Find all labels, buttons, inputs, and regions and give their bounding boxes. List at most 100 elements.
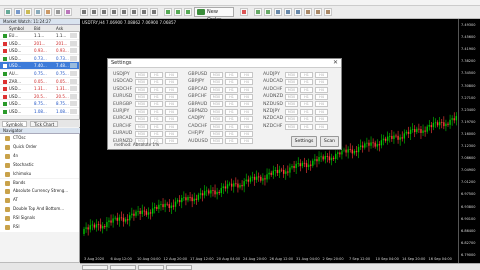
timeframe-button-h1[interactable]: H1 <box>300 79 313 86</box>
tab-symbols[interactable]: Symbols <box>2 121 27 127</box>
timeframe-button-h4[interactable]: H4 <box>165 101 178 108</box>
timeframe-button-m30[interactable]: M30 <box>135 130 148 137</box>
timeframe-button-h1[interactable]: H1 <box>150 101 163 108</box>
market-watch-row[interactable]: EU... 1.1... 1.1... <box>0 32 79 40</box>
tab-tick-chart[interactable]: Tick Chart <box>30 121 59 127</box>
timeframe-button-h4[interactable]: H4 <box>315 71 328 78</box>
timeframe-button-h1[interactable]: H1 <box>150 108 163 115</box>
crosshair-button[interactable] <box>80 8 88 16</box>
timeframe-button-h4[interactable]: H4 <box>240 138 253 145</box>
new-chart-button[interactable] <box>4 8 12 16</box>
horizontal-line-button[interactable] <box>100 8 108 16</box>
text-button[interactable] <box>140 8 148 16</box>
market-watch-row[interactable]: USD... 8.75... 8.75... <box>0 100 79 108</box>
bid-column-header[interactable]: Bid <box>34 25 40 32</box>
timeframe-button-h1[interactable]: H1 <box>225 123 238 130</box>
symbol-column-header[interactable]: Symbol <box>9 25 24 32</box>
timeframe-button-m30[interactable]: M30 <box>135 108 148 115</box>
templates-button[interactable] <box>324 8 332 16</box>
timeframe-button-h1[interactable]: H1 <box>225 79 238 86</box>
chart-tab[interactable] <box>82 265 108 270</box>
market-watch-button[interactable] <box>24 8 32 16</box>
timeframe-button-m30[interactable]: M30 <box>135 101 148 108</box>
timeframe-button-h4[interactable]: H4 <box>165 93 178 100</box>
timeframe-button-h1[interactable]: H1 <box>300 71 313 78</box>
market-watch-row[interactable]: ZAR... 0.05... 0.05... <box>0 77 79 86</box>
market-watch-row[interactable]: USD... 1.31... 1.31... <box>0 85 79 93</box>
timeframe-button-h1[interactable]: H1 <box>225 93 238 100</box>
zoom-out-button[interactable] <box>264 8 272 16</box>
timeframe-button-h4[interactable]: H4 <box>240 108 253 115</box>
timeframe-button-h4[interactable]: H4 <box>315 101 328 108</box>
chart-tab[interactable] <box>166 265 192 270</box>
chart-tab[interactable] <box>138 265 164 270</box>
candle-chart-button[interactable] <box>174 8 182 16</box>
navigator-item[interactable]: Bands <box>0 178 79 188</box>
timeframe-button-h1[interactable]: H1 <box>150 130 163 137</box>
timeframe-button-h1[interactable]: H1 <box>225 101 238 108</box>
data-window-button[interactable] <box>34 8 42 16</box>
fibonacci-button[interactable] <box>130 8 138 16</box>
timeframe-button-m30[interactable]: M30 <box>210 71 223 78</box>
timeframe-button-h4[interactable]: H4 <box>165 123 178 130</box>
dialog-title-bar[interactable]: Settings ✕ <box>108 59 341 68</box>
timeframe-button-h4[interactable]: H4 <box>315 116 328 123</box>
timeframe-button-m30[interactable]: M30 <box>210 130 223 137</box>
timeframe-button-h1[interactable]: H1 <box>225 116 238 123</box>
timeframe-button-m30[interactable]: M30 <box>210 116 223 123</box>
tile-windows-button[interactable] <box>274 8 282 16</box>
timeframe-button-h4[interactable]: H4 <box>240 79 253 86</box>
timeframe-button-h4[interactable]: H4 <box>315 123 328 130</box>
strategy-tester-button[interactable] <box>64 8 72 16</box>
navigator-item[interactable]: Stochastic <box>0 160 79 170</box>
profiles-button[interactable] <box>14 8 22 16</box>
timeframe-button-h4[interactable]: H4 <box>240 101 253 108</box>
timeframe-button-h1[interactable]: H1 <box>300 101 313 108</box>
timeframe-button-h4[interactable]: H4 <box>165 130 178 137</box>
navigator-item[interactable]: Absolute Currency Streng... <box>0 187 79 197</box>
timeframe-button-h4[interactable]: H4 <box>165 79 178 86</box>
trendline-button[interactable] <box>110 8 118 16</box>
timeframe-button-h4[interactable]: H4 <box>315 108 328 115</box>
timeframe-button-h1[interactable]: H1 <box>150 93 163 100</box>
label-button[interactable] <box>150 8 158 16</box>
timeframe-button-h4[interactable]: H4 <box>165 138 178 145</box>
chart-shift-button[interactable] <box>294 8 302 16</box>
timeframe-button-m30[interactable]: M30 <box>135 93 148 100</box>
timeframe-button-m30[interactable]: M30 <box>285 108 298 115</box>
navigator-item[interactable]: CTOsc <box>0 134 79 143</box>
timeframe-button-h4[interactable]: H4 <box>165 108 178 115</box>
timeframe-button-m30[interactable]: M30 <box>210 101 223 108</box>
market-watch-row[interactable]: USD... 0.93... 0.93... <box>0 47 79 55</box>
timeframe-button-m30[interactable]: M30 <box>285 101 298 108</box>
market-watch-row[interactable]: USD... 201... 201... <box>0 39 79 48</box>
navigator-item[interactable]: RSI <box>0 223 79 232</box>
channel-button[interactable] <box>120 8 128 16</box>
timeframe-button-m30[interactable]: M30 <box>285 123 298 130</box>
navigator-item[interactable]: Quick Order <box>0 142 79 152</box>
market-watch-row[interactable]: USD... 20.5... 20.5... <box>0 92 79 101</box>
timeframe-button-h4[interactable]: H4 <box>240 123 253 130</box>
vertical-line-button[interactable] <box>90 8 98 16</box>
bar-chart-button[interactable] <box>164 8 172 16</box>
timeframe-button-h1[interactable]: H1 <box>225 130 238 137</box>
timeframe-button-h4[interactable]: H4 <box>315 79 328 86</box>
scan-button[interactable]: Scan <box>320 136 339 147</box>
timeframe-button-m30[interactable]: M30 <box>135 86 148 93</box>
navigator-item[interactable]: AT <box>0 196 79 206</box>
timeframe-button-h1[interactable]: H1 <box>150 123 163 130</box>
timeframe-button-h1[interactable]: H1 <box>300 123 313 130</box>
timeframe-button-m30[interactable]: M30 <box>210 93 223 100</box>
timeframe-button-m30[interactable]: M30 <box>135 123 148 130</box>
timeframe-button-h1[interactable]: H1 <box>300 116 313 123</box>
periods-button[interactable] <box>314 8 322 16</box>
timeframe-button-m30[interactable]: M30 <box>210 138 223 145</box>
timeframe-button-h4[interactable]: H4 <box>240 93 253 100</box>
timeframe-button-h4[interactable]: H4 <box>165 71 178 78</box>
line-chart-button[interactable] <box>184 8 192 16</box>
timeframe-button-h4[interactable]: H4 <box>165 116 178 123</box>
ask-column-header[interactable]: Ask <box>56 25 63 32</box>
timeframe-button-m30[interactable]: M30 <box>285 93 298 100</box>
timeframe-button-h1[interactable]: H1 <box>300 108 313 115</box>
market-watch-row[interactable]: USD... 1.08... 1.08... <box>0 108 79 116</box>
